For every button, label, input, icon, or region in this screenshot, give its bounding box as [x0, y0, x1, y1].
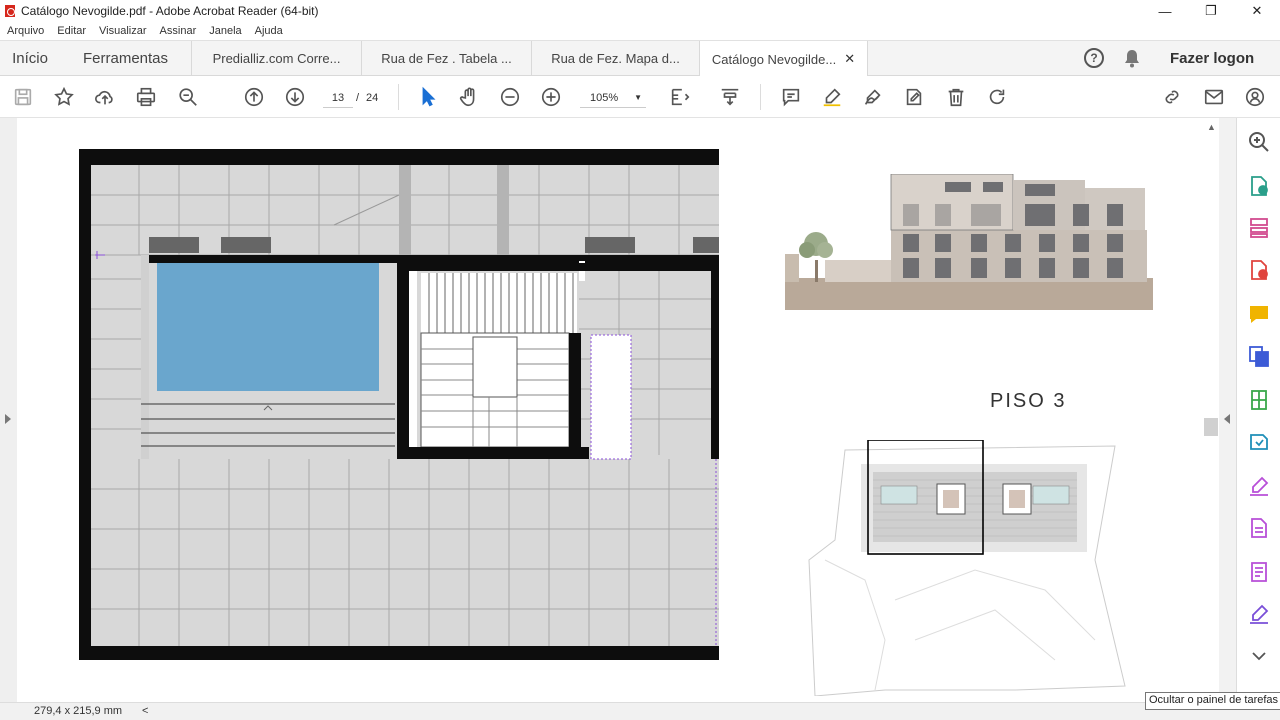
chevron-down-icon: ▼	[634, 93, 642, 102]
export-pdf-icon[interactable]	[1247, 174, 1271, 198]
comment-tool-icon[interactable]	[1247, 302, 1271, 326]
menu-arquivo[interactable]: Arquivo	[7, 25, 44, 37]
right-pane-handle-area	[1219, 118, 1236, 702]
next-page-icon[interactable]	[283, 85, 307, 109]
toolbar-divider	[398, 84, 399, 110]
fill-sign-icon[interactable]	[1247, 474, 1271, 498]
tab-label: Rua de Fez. Mapa d...	[551, 51, 680, 66]
page-number-input[interactable]: 13	[323, 88, 353, 108]
highlight-pen-icon[interactable]	[820, 85, 844, 109]
fit-page-icon[interactable]	[668, 85, 692, 109]
tab-label: Catálogo Nevogilde...	[711, 51, 837, 67]
right-tools-panel	[1236, 118, 1280, 702]
protect-pdf-icon[interactable]	[1247, 560, 1271, 584]
add-user-icon[interactable]	[1243, 85, 1267, 109]
expand-left-pane-icon[interactable]	[5, 414, 11, 424]
print-icon[interactable]	[134, 85, 158, 109]
edit-document-icon[interactable]	[902, 85, 926, 109]
page-dimensions: 279,4 x 215,9 mm	[34, 705, 123, 717]
more-tools-chevron-icon[interactable]	[1247, 644, 1271, 668]
compress-pdf-icon[interactable]	[1247, 388, 1271, 412]
select-cursor-icon[interactable]	[416, 85, 440, 109]
hand-tool-icon[interactable]	[457, 85, 481, 109]
tab-document-predialliz[interactable]: Predialliz.com Corre...	[192, 41, 362, 76]
menu-assinar[interactable]: Assinar	[160, 25, 197, 37]
document-view[interactable]: PISO 3	[17, 118, 1203, 702]
vertical-scrollbar[interactable]: ▲	[1203, 118, 1219, 702]
tab-bar: Início Ferramentas Predialliz.com Corre.…	[0, 40, 1280, 77]
draw-sign-icon[interactable]	[861, 85, 885, 109]
zoom-out-icon[interactable]	[498, 85, 522, 109]
help-icon[interactable]: ?	[1084, 48, 1104, 68]
toolbar-divider	[760, 84, 761, 110]
menu-ajuda[interactable]: Ajuda	[255, 25, 283, 37]
delete-trash-icon[interactable]	[944, 85, 968, 109]
zoom-level-select[interactable]: 105% ▼	[580, 88, 646, 108]
combine-files-icon[interactable]	[1247, 344, 1271, 368]
tab-home[interactable]: Início	[0, 41, 60, 76]
menu-bar: Arquivo Editar Visualizar Assinar Janela…	[0, 22, 1280, 40]
tab-document-tabela[interactable]: Rua de Fez . Tabela ...	[362, 41, 532, 76]
left-navigation-pane[interactable]	[0, 118, 17, 702]
menu-visualizar[interactable]: Visualizar	[99, 25, 147, 37]
scroll-mode-icon[interactable]	[718, 85, 742, 109]
organize-pages-icon[interactable]	[1247, 216, 1271, 240]
tab-document-mapa[interactable]: Rua de Fez. Mapa d...	[532, 41, 700, 76]
search-zoom-icon[interactable]	[176, 85, 200, 109]
collapse-right-pane-icon[interactable]	[1224, 414, 1230, 424]
tab-tools[interactable]: Ferramentas	[60, 41, 192, 76]
previous-page-icon[interactable]	[242, 85, 266, 109]
bookmark-star-icon[interactable]	[52, 85, 76, 109]
hide-task-pane-tooltip: Ocultar o painel de tarefas	[1145, 692, 1280, 710]
main-toolbar: 13 / 24 105% ▼	[0, 76, 1280, 118]
save-icon[interactable]	[11, 85, 35, 109]
request-signatures-icon[interactable]	[1247, 602, 1271, 626]
scrollbar-thumb[interactable]	[1204, 418, 1218, 436]
tab-document-catalogo[interactable]: Catálogo Nevogilde... ✕	[700, 41, 868, 77]
tab-label: Predialliz.com Corre...	[212, 51, 341, 66]
scroll-left-icon[interactable]: <	[142, 705, 148, 717]
menu-editar[interactable]: Editar	[57, 25, 86, 37]
acrobat-icon	[5, 5, 15, 17]
restore-button[interactable]: ❐	[1188, 0, 1234, 22]
title-bar: Catálogo Nevogilde.pdf - Adobe Acrobat R…	[0, 0, 1280, 22]
status-bar: 279,4 x 215,9 mm <	[0, 702, 1280, 720]
page-total: 24	[366, 92, 379, 104]
sign-in-button[interactable]: Fazer logon	[1170, 41, 1254, 76]
share-link-icon[interactable]	[1160, 85, 1184, 109]
email-envelope-icon[interactable]	[1202, 85, 1226, 109]
zoom-search-icon[interactable]	[1247, 130, 1271, 154]
close-window-button[interactable]: ✕	[1234, 0, 1280, 22]
menu-janela[interactable]: Janela	[209, 25, 241, 37]
send-for-review-icon[interactable]	[1247, 430, 1271, 454]
floor-plan-drawing	[79, 149, 719, 660]
site-key-plan-drawing	[808, 440, 1126, 696]
notifications-bell-icon[interactable]	[1124, 49, 1140, 68]
edit-pdf-icon[interactable]	[1247, 516, 1271, 540]
upload-cloud-icon[interactable]	[93, 85, 117, 109]
zoom-value: 105%	[590, 92, 619, 104]
page-separator: /	[356, 92, 360, 104]
rotate-redo-icon[interactable]	[985, 85, 1009, 109]
zoom-in-icon[interactable]	[539, 85, 563, 109]
close-tab-icon[interactable]: ✕	[844, 51, 855, 67]
comment-icon[interactable]	[779, 85, 803, 109]
create-pdf-icon[interactable]	[1247, 258, 1271, 282]
window-title: Catálogo Nevogilde.pdf - Adobe Acrobat R…	[21, 4, 319, 18]
scroll-up-icon[interactable]: ▲	[1207, 122, 1216, 132]
tab-label: Rua de Fez . Tabela ...	[381, 51, 512, 66]
building-elevation-drawing	[785, 174, 1153, 310]
floor-label: PISO 3	[990, 390, 1067, 412]
minimize-button[interactable]: —	[1142, 0, 1188, 22]
